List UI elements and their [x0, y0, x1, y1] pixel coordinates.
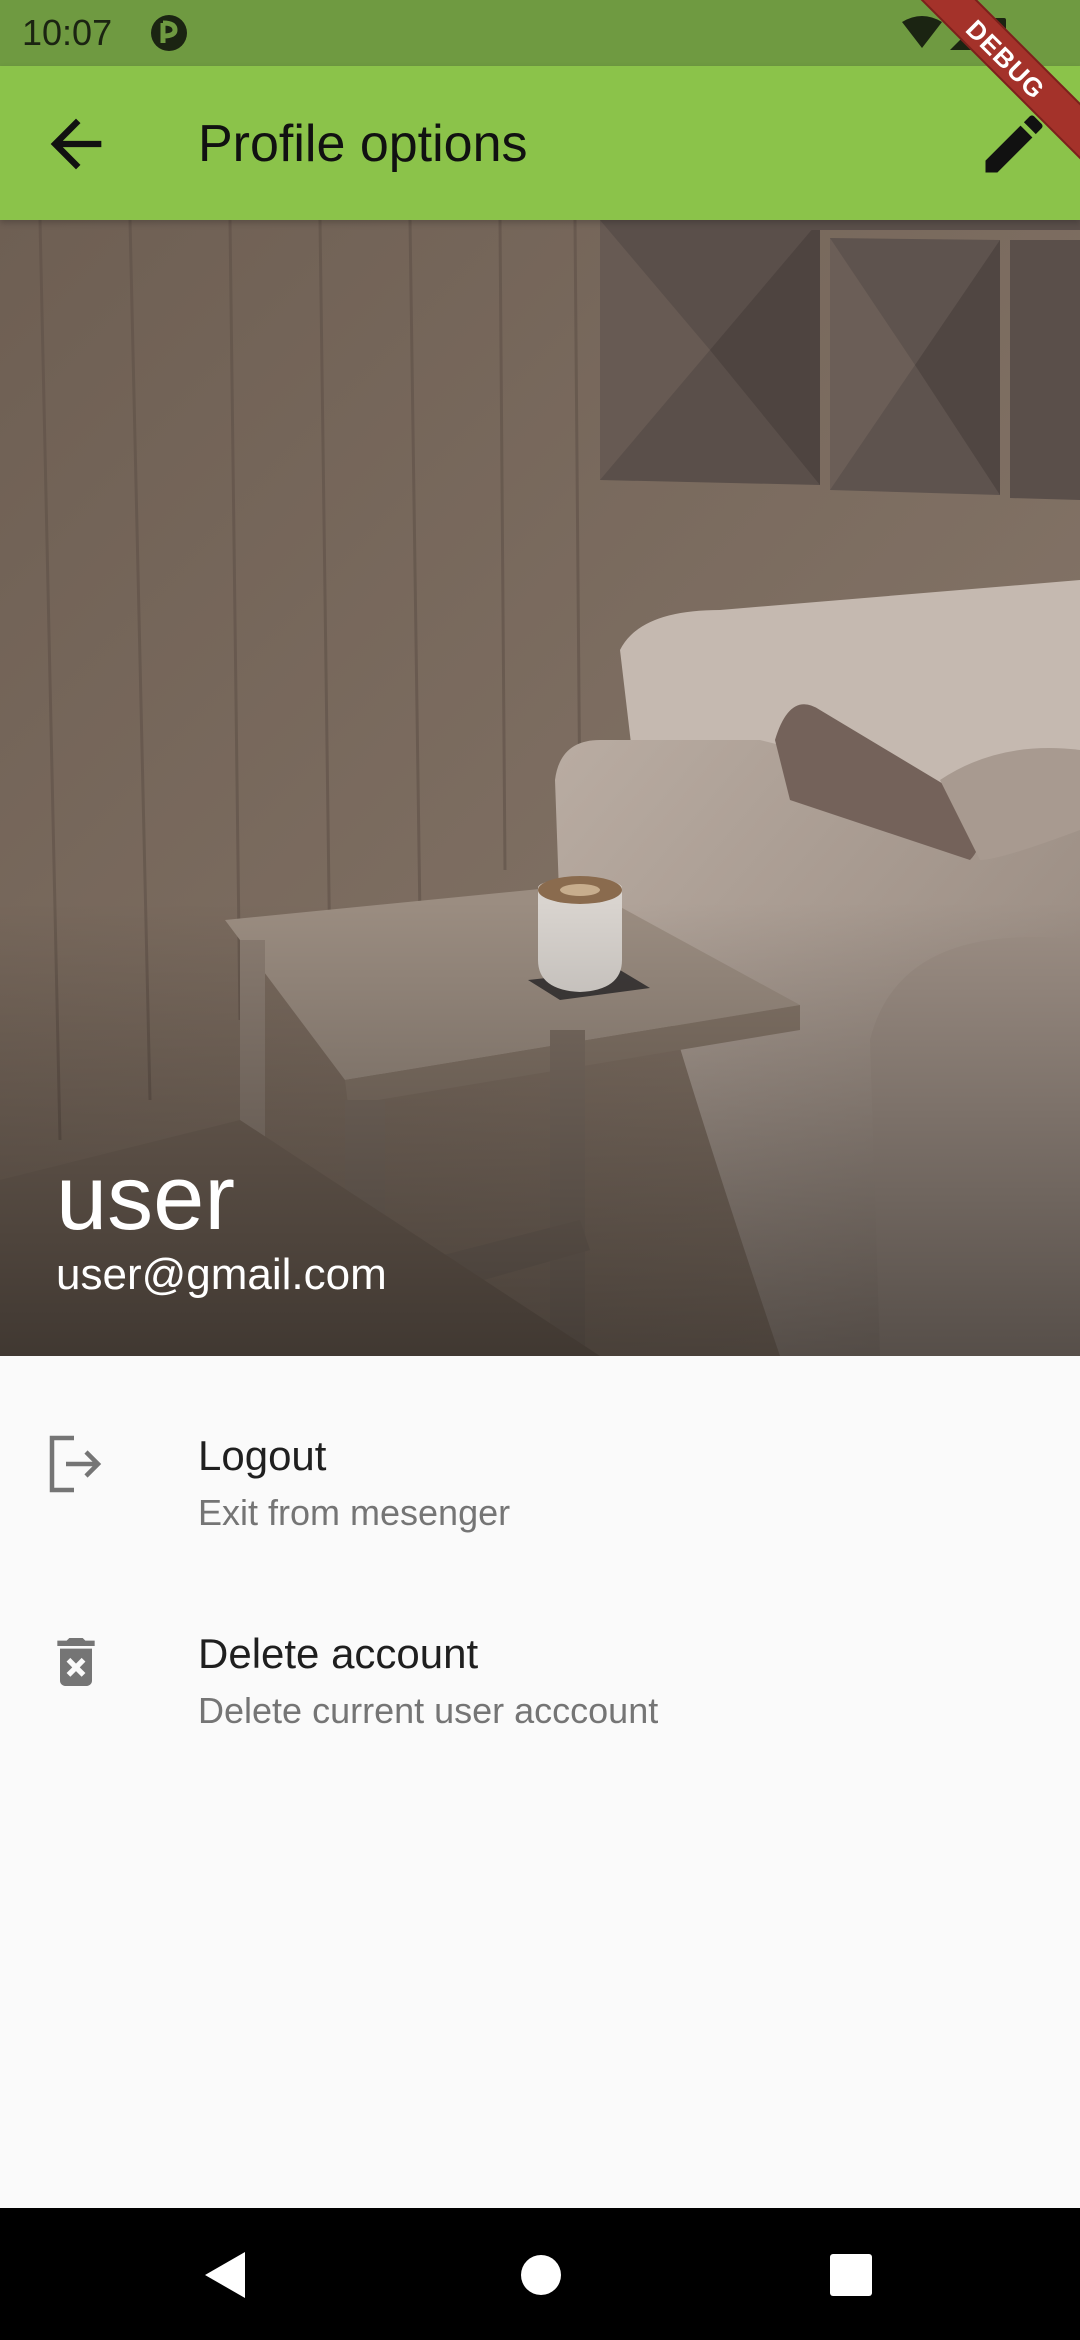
delete-forever-icon	[57, 1638, 95, 1686]
logout-title: Logout	[198, 1432, 327, 1479]
system-navigation-bar	[0, 2208, 1080, 2340]
delete-account-option[interactable]: Delete account Delete current user accco…	[0, 1558, 1080, 1754]
app-notification-icon	[151, 15, 187, 51]
logout-option[interactable]: Logout Exit from mesenger	[0, 1360, 1080, 1556]
profile-name: user	[56, 1147, 235, 1249]
delete-account-title: Delete account	[198, 1630, 479, 1677]
logout-subtitle: Exit from mesenger	[198, 1492, 511, 1533]
recents-square-icon[interactable]	[816, 2240, 886, 2310]
app-bar: Profile options	[0, 66, 1080, 220]
status-time: 10:07	[22, 12, 113, 53]
page-title: Profile options	[198, 115, 528, 173]
home-circle-icon[interactable]	[506, 2240, 576, 2310]
status-bar: 10:07	[0, 0, 1080, 66]
delete-account-subtitle: Delete current user acccount	[198, 1690, 659, 1731]
back-arrow-icon[interactable]	[38, 106, 114, 182]
profile-email: user@gmail.com	[56, 1250, 387, 1299]
profile-header: user user@gmail.com	[0, 220, 1080, 1356]
logout-icon	[49, 1435, 102, 1493]
back-triangle-icon[interactable]	[190, 2240, 260, 2310]
